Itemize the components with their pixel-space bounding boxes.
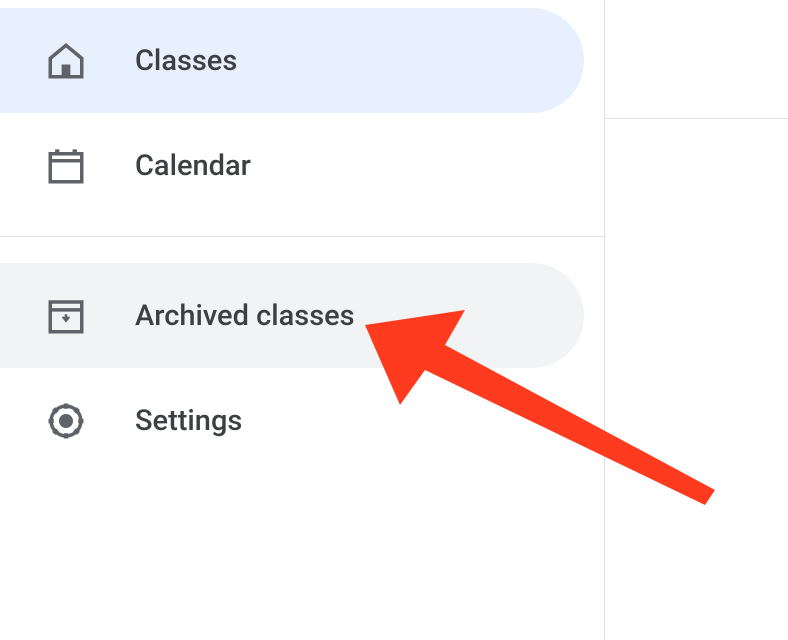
sidebar-item-label: Settings — [135, 404, 242, 438]
sidebar-item-label: Archived classes — [135, 299, 355, 333]
sidebar-item-label: Classes — [135, 44, 237, 78]
sidebar-item-classes[interactable]: Classes — [0, 8, 584, 113]
sidebar-item-settings[interactable]: Settings — [0, 368, 584, 473]
home-icon — [45, 40, 87, 82]
settings-icon — [45, 400, 87, 442]
calendar-icon — [45, 145, 87, 187]
archive-icon — [45, 295, 87, 337]
content-area — [605, 0, 788, 640]
content-divider — [605, 118, 788, 119]
nav-section-secondary: Archived classes Settings — [0, 255, 604, 473]
sidebar-divider — [0, 236, 604, 237]
sidebar: Classes Calendar — [0, 0, 605, 640]
sidebar-item-calendar[interactable]: Calendar — [0, 113, 584, 218]
nav-section-main: Classes Calendar — [0, 0, 604, 218]
sidebar-item-archived-classes[interactable]: Archived classes — [0, 263, 584, 368]
sidebar-item-label: Calendar — [135, 149, 251, 183]
